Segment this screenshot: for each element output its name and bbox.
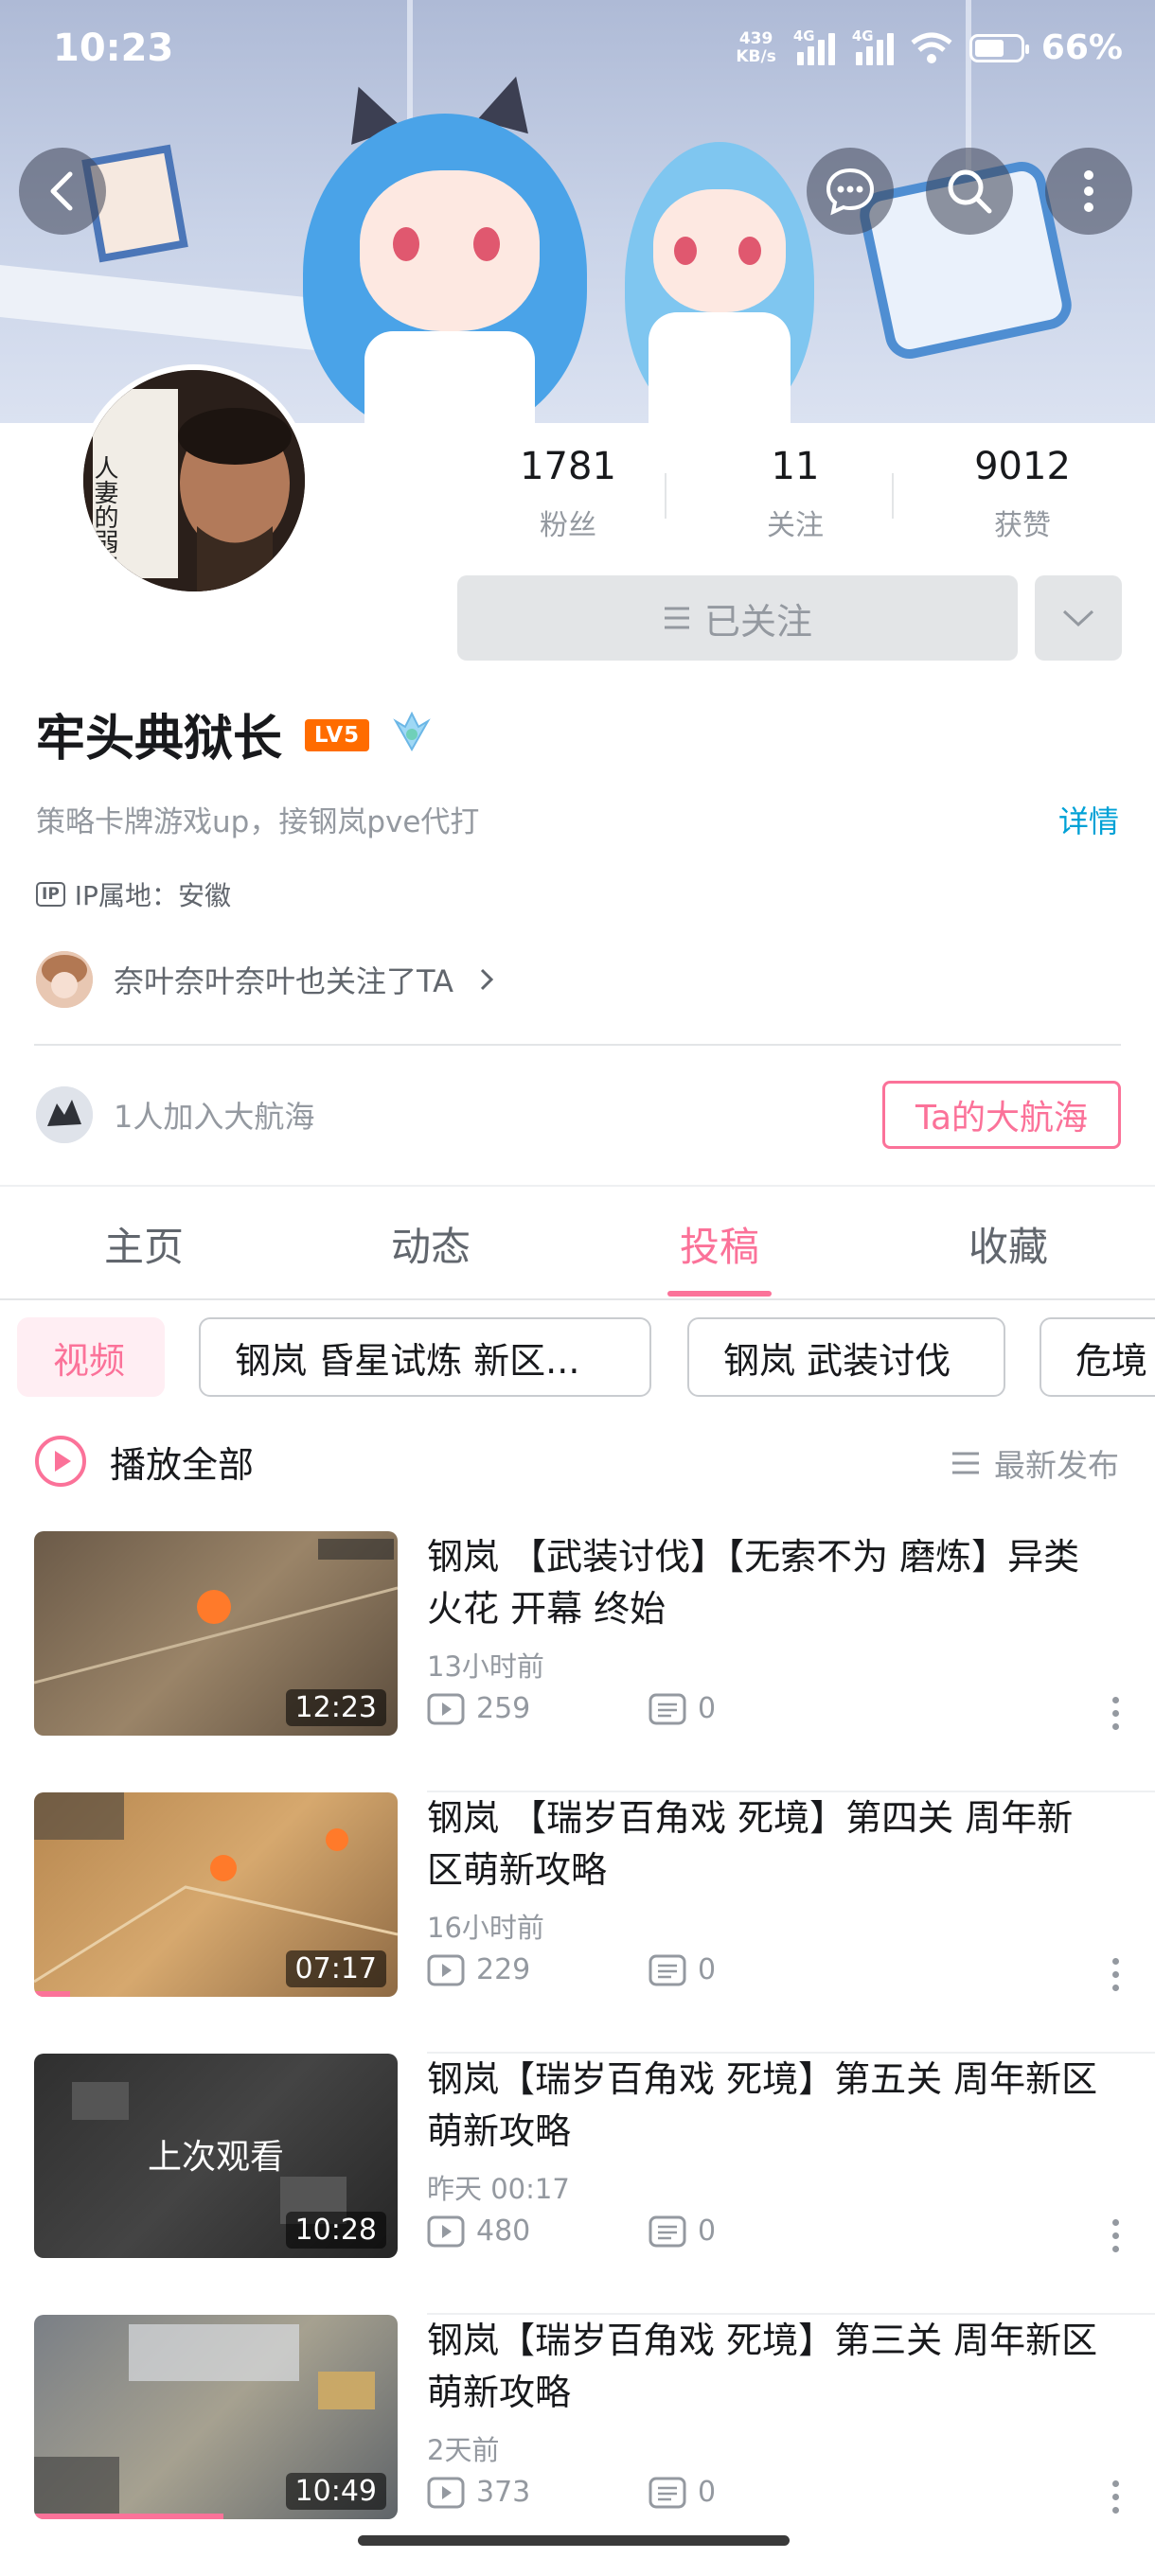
- comment-icon: [649, 2215, 686, 2247]
- status-bar: 10:23 439 KB/s 4G 4G 66%: [0, 0, 1155, 104]
- following-stat[interactable]: 11 关注: [682, 445, 909, 543]
- bio: 策略卡牌游戏up，接钢岚pve代打: [36, 805, 480, 839]
- username: 牢头典狱长: [36, 711, 283, 768]
- tab-favorites[interactable]: 收藏: [914, 1215, 1103, 1273]
- video-time: 16小时前: [427, 1912, 544, 1944]
- tab-dynamics[interactable]: 动态: [336, 1215, 525, 1273]
- chip-video[interactable]: 视频: [17, 1317, 165, 1397]
- status-time: 10:23: [53, 26, 174, 70]
- chip-playlist-3[interactable]: 危境: [1040, 1317, 1155, 1397]
- video-title: 钢岚【瑞岁百角戏 死境】第三关 周年新区萌新攻略: [427, 2320, 1098, 2413]
- video-thumbnail[interactable]: 07:17: [34, 1792, 398, 1997]
- play-count-icon: [427, 2215, 465, 2247]
- category-chips: 视频 钢岚 昏星试炼 新区... 钢岚 武装讨伐 危境: [0, 1317, 1155, 1401]
- video-play-count: 373: [427, 2476, 530, 2509]
- video-item[interactable]: 07:17 钢岚 【瑞岁百角戏 死境】第四关 周年新区萌新攻略 16小时前 22…: [0, 1792, 1155, 2054]
- fleet-avatar: [36, 1086, 93, 1143]
- search-button[interactable]: [926, 148, 1013, 235]
- video-more-button[interactable]: [1112, 2480, 1119, 2514]
- video-title: 钢岚 【瑞岁百角戏 死境】第四关 周年新区萌新攻略: [427, 1797, 1074, 1891]
- chip-playlist-2[interactable]: 钢岚 武装讨伐: [687, 1317, 1005, 1397]
- chevron-down-icon: [1062, 609, 1094, 627]
- battery-percent: 66%: [1040, 28, 1123, 67]
- svg-text:人妻的弱点: 人妻的弱点: [90, 455, 118, 578]
- more-button[interactable]: [1045, 148, 1132, 235]
- chevron-left-icon: [50, 171, 73, 211]
- detail-link[interactable]: 详情: [1058, 798, 1119, 841]
- video-duration: 12:23: [285, 1689, 386, 1726]
- cell-signal-icon: 4G: [852, 27, 894, 65]
- sort-icon: [952, 1452, 979, 1474]
- video-item[interactable]: 12:23 钢岚 【武装讨伐】【无索不为 磨炼】异类 火花 开幕 终始 13小时…: [0, 1531, 1155, 1792]
- chip-playlist-1[interactable]: 钢岚 昏星试炼 新区...: [199, 1317, 651, 1397]
- video-more-button[interactable]: [1112, 1958, 1119, 1991]
- more-vertical-icon: [1084, 170, 1093, 212]
- play-circle-icon: [35, 1436, 86, 1487]
- video-play-count: 229: [427, 1953, 530, 1986]
- comment-icon: [649, 1693, 686, 1724]
- video-duration: 07:17: [285, 1950, 386, 1987]
- play-count-icon: [427, 1693, 465, 1724]
- comment-icon: [649, 2477, 686, 2508]
- last-watched-label: 上次观看: [147, 2138, 284, 2177]
- video-duration: 10:49: [285, 2473, 386, 2510]
- ip-tag-icon: IP: [36, 882, 65, 907]
- tab-home[interactable]: 主页: [49, 1215, 239, 1273]
- level-badge: LV5: [305, 719, 369, 751]
- mutual-follow[interactable]: 奈叶奈叶奈叶 也关注了TA: [36, 951, 501, 1008]
- message-button[interactable]: [807, 148, 894, 235]
- mutual-suffix: 也关注了TA: [295, 963, 453, 999]
- video-duration: 10:28: [285, 2212, 386, 2249]
- video-title: 钢岚 【武装讨伐】【无索不为 磨炼】异类 火花 开幕 终始: [427, 1536, 1080, 1630]
- video-comment-count: 0: [649, 1692, 716, 1725]
- followed-button[interactable]: 已关注: [457, 575, 1018, 661]
- video-comment-count: 0: [649, 1953, 716, 1986]
- video-time: 2天前: [427, 2434, 500, 2466]
- mutual-avatar: [36, 951, 93, 1008]
- follow-options-button[interactable]: [1035, 575, 1122, 661]
- wifi-icon: [911, 32, 952, 63]
- vip-icon[interactable]: [388, 708, 435, 759]
- comment-icon: [649, 1954, 686, 1985]
- video-comment-count: 0: [649, 2214, 716, 2248]
- video-title: 钢岚【瑞岁百角戏 死境】第五关 周年新区萌新攻略: [427, 2058, 1098, 2152]
- likes-stat: 9012 获赞: [974, 445, 1071, 542]
- video-thumbnail[interactable]: 10:49: [34, 2315, 398, 2519]
- message-icon: [826, 168, 875, 216]
- ip-location: IP IP属地：安徽: [36, 875, 231, 913]
- video-thumbnail[interactable]: 上次观看 10:28: [34, 2054, 398, 2258]
- battery-icon: [968, 33, 1029, 62]
- net-speed: 439 KB/s: [736, 28, 776, 66]
- avatar[interactable]: 人妻的弱点: [78, 364, 311, 597]
- fleet-info: 1人加入大航海: [36, 1086, 314, 1143]
- play-count-icon: [427, 2477, 465, 2508]
- back-button[interactable]: [19, 148, 106, 235]
- watch-progress-bar: [34, 1991, 71, 1997]
- video-item[interactable]: 上次观看 10:28 钢岚【瑞岁百角戏 死境】第五关 周年新区萌新攻略 昨天 0…: [0, 2054, 1155, 2315]
- watch-progress-bar: [34, 2514, 223, 2519]
- video-more-button[interactable]: [1112, 1697, 1119, 1730]
- video-time: 昨天 00:17: [427, 2173, 570, 2205]
- home-indicator[interactable]: [358, 2535, 790, 2546]
- profile-tabs: 主页 动态 投稿 收藏: [0, 1185, 1155, 1300]
- video-more-button[interactable]: [1112, 2219, 1119, 2252]
- cell-signal-icon: 4G: [793, 27, 835, 65]
- fleet-button[interactable]: Ta的大航海: [882, 1081, 1121, 1149]
- menu-icon: [664, 607, 689, 629]
- search-icon: [948, 169, 992, 214]
- video-comment-count: 0: [649, 2476, 716, 2509]
- mutual-name: 奈叶奈叶奈叶: [114, 963, 296, 999]
- profile-stats: 1781 粉丝 11 关注 9012 获赞: [454, 445, 1136, 558]
- play-all-button[interactable]: 播放全部: [34, 1435, 254, 1488]
- video-play-count: 480: [427, 2214, 530, 2248]
- fans-stat[interactable]: 1781 粉丝: [454, 445, 682, 543]
- sort-button[interactable]: 最新发布: [951, 1440, 1119, 1486]
- video-thumbnail[interactable]: 12:23: [34, 1531, 398, 1736]
- video-play-count: 259: [427, 1692, 530, 1725]
- play-count-icon: [427, 1954, 465, 1985]
- chevron-right-icon: [480, 968, 494, 991]
- video-time: 13小时前: [427, 1650, 544, 1683]
- tab-uploads[interactable]: 投稿: [625, 1215, 814, 1273]
- tab-indicator: [667, 1291, 772, 1297]
